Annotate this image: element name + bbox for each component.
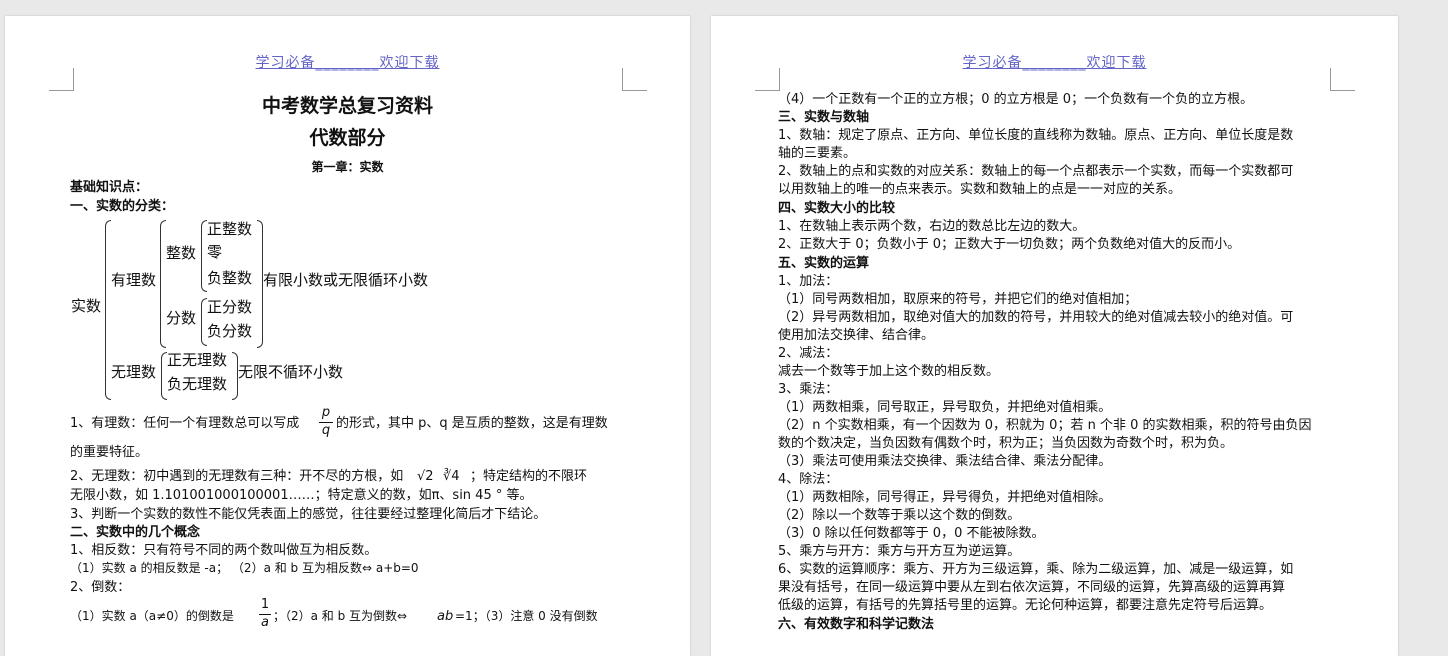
para-judge: 3、判断一个实数的数性不能仅凭表面上的感觉，往往要经过整理化简后才下结论。 bbox=[70, 507, 547, 522]
text-line: 2、正数大于 0；负数小于 0；正数大于一切负数；两个负数绝对值大的反而小。 bbox=[778, 237, 1241, 252]
tree-zero: 零 bbox=[207, 243, 223, 261]
para-rational-c: 的重要特征。 bbox=[70, 445, 149, 460]
text-line: （1）同号两数相加，取原来的符号，并把它们的绝对值相加； bbox=[778, 292, 1138, 307]
page-header: 学习必备________欢迎下载 bbox=[962, 55, 1147, 71]
text-line: 使用加法交换律、结合律。 bbox=[778, 328, 935, 343]
tree-pos-int: 正整数 bbox=[207, 220, 253, 238]
tree-irrational: 无理数 bbox=[111, 363, 157, 381]
tree-fraction: 分数 bbox=[166, 309, 197, 327]
math-ab: ab bbox=[437, 609, 454, 624]
text-line: 5、乘方与开方：乘方与开方互为逆运算。 bbox=[778, 544, 1021, 559]
section-heading: 六、有效数字和科学记数法 bbox=[778, 617, 935, 632]
section-heading: 五、实数的运算 bbox=[778, 256, 870, 271]
section-heading: 一、实数的分类： bbox=[70, 199, 175, 214]
text-line: （1）两数相除，同号得正，异号得负，并把绝对值相除。 bbox=[778, 490, 1112, 505]
basic-heading: 基础知识点： bbox=[70, 180, 149, 195]
text-line: 2、减法： bbox=[778, 346, 839, 361]
tree-rational-note: 有限小数或无限循环小数 bbox=[263, 271, 429, 289]
tree-neg-int: 负整数 bbox=[207, 269, 253, 287]
crop-mark bbox=[622, 68, 647, 91]
text-line: （4）一个正数有一个正的立方根；0 的立方根是 0；一个负数有一个负的立方根。 bbox=[778, 92, 1254, 107]
fraction-numerator: 1 bbox=[260, 597, 270, 612]
math-sqrt2: √2 bbox=[417, 469, 434, 484]
text-line: 果没有括号，在同一级运算中要从左到右依次运算，不同级的运算，先算高级的运算再算 bbox=[778, 580, 1286, 595]
para-reciprocal-c: =1；（3）注意 0 没有倒数 bbox=[455, 609, 598, 623]
para-rational-a: 1、有理数：任何一个有理数总可以写成 bbox=[70, 416, 300, 431]
tree-root: 实数 bbox=[71, 297, 102, 315]
text-line: （2）n 个实数相乘，有一个因数为 0，积就为 0；若 n 个非 0 的实数相乘… bbox=[778, 418, 1312, 433]
para-opposite: 1、相反数：只有符号不同的两个数叫做互为相反数。 bbox=[70, 543, 378, 558]
math-cbrt4: ∛4 bbox=[443, 469, 460, 484]
text-line: 以用数轴上的唯一的点来表示。实数和数轴上的点是一一对应的关系。 bbox=[778, 182, 1182, 197]
text-line: 6、实数的运算顺序：乘方、开方为三级运算，乘、除为二级运算，加、减是一级运算，如 bbox=[778, 562, 1294, 577]
crop-mark bbox=[49, 68, 74, 91]
para-reciprocal-b: ；（2）a 和 b 互为倒数⇔ bbox=[273, 609, 408, 623]
text-line: 数的个数决定，当负因数有偶数个时，积为正；当负因数为奇数个时，积为负。 bbox=[778, 436, 1234, 451]
para-irrational-a: 2、无理数：初中遇到的无理数有三种：开不尽的方根，如 bbox=[70, 469, 404, 484]
tree-irrational-note: 无限不循环小数 bbox=[238, 363, 344, 381]
tree-neg-frac: 负分数 bbox=[207, 322, 253, 340]
tree-pos-irr: 正无理数 bbox=[167, 351, 228, 369]
text-line: 轴的三要素。 bbox=[778, 146, 857, 161]
text-line: （3）乘法可使用乘法交换律、乘法结合律、乘法分配律。 bbox=[778, 454, 1112, 469]
text-line: （3）0 除以任何数都等于 0，0 不能被除数。 bbox=[778, 526, 1045, 541]
text-line: 3、乘法： bbox=[778, 382, 839, 397]
text-line: 2、数轴上的点和实数的对应关系：数轴上的每一个点都表示一个实数，而每一个实数都可 bbox=[778, 164, 1294, 179]
doc-title: 中考数学总复习资料 bbox=[261, 95, 433, 117]
text-line: （2）除以一个数等于乘以这个数的倒数。 bbox=[778, 508, 1021, 523]
section-heading: 二、实数中的几个概念 bbox=[70, 525, 201, 540]
para-reciprocal-a: （1）实数 a（a≠0）的倒数是 bbox=[70, 609, 234, 623]
crop-mark bbox=[1330, 68, 1355, 91]
text-line: 1、在数轴上表示两个数，右边的数总比左边的数大。 bbox=[778, 219, 1086, 234]
text-line: （2）异号两数相加，取绝对值大的加数的符号，并用较大的绝对值减去较小的绝对值。可 bbox=[778, 310, 1294, 325]
chapter-heading: 第一章：实数 bbox=[311, 160, 384, 174]
document-page-2: 学习必备________欢迎下载 （4）一个正数有一个正的立方根；0 的立方根是… bbox=[711, 16, 1398, 656]
page-header: 学习必备________欢迎下载 bbox=[255, 55, 440, 71]
text-line: 低级的运算，有括号的先算括号里的运算。无论何种运算，都要注意先定符号后运算。 bbox=[778, 598, 1273, 613]
tree-pos-frac: 正分数 bbox=[207, 298, 253, 316]
para-irrational-c: 无限小数，如 1.101001000100001……；特定意义的数，如π、sin… bbox=[70, 488, 533, 503]
section-heading: 三、实数与数轴 bbox=[778, 110, 870, 125]
text-line: 1、加法： bbox=[778, 274, 839, 289]
document-page-1: 学习必备________欢迎下载 中考数学总复习资料 代数部分 第一章：实数 基… bbox=[5, 16, 690, 656]
para-reciprocal: 2、倒数： bbox=[70, 580, 131, 595]
text-line: （1）两数相乘，同号取正，异号取负，并把绝对值相乘。 bbox=[778, 400, 1112, 415]
fraction-denominator: a bbox=[261, 615, 269, 630]
para-rational-b: 的形式，其中 p、q 是互质的整数，这是有理数 bbox=[336, 416, 608, 431]
doc-subtitle: 代数部分 bbox=[309, 127, 386, 149]
tree-neg-irr: 负无理数 bbox=[167, 375, 228, 393]
tree-rational: 有理数 bbox=[111, 271, 157, 289]
fraction-numerator: p bbox=[321, 405, 331, 420]
brace-icon bbox=[160, 220, 166, 348]
fraction-denominator: q bbox=[321, 423, 331, 438]
text-line: 4、除法： bbox=[778, 472, 839, 487]
para-opposite-detail: （1）实数 a 的相反数是 -a； （2）a 和 b 互为相反数⇔ a+b=0 bbox=[70, 561, 419, 575]
para-irrational-b: ；特定结构的不限环 bbox=[470, 469, 588, 484]
crop-mark bbox=[755, 68, 780, 91]
text-line: 1、数轴：规定了原点、正方向、单位长度的直线称为数轴。原点、正方向、单位长度是数 bbox=[778, 128, 1294, 143]
tree-integer: 整数 bbox=[166, 244, 197, 262]
section-heading: 四、实数大小的比较 bbox=[778, 201, 896, 216]
text-line: 减去一个数等于加上这个数的相反数。 bbox=[778, 364, 1000, 379]
